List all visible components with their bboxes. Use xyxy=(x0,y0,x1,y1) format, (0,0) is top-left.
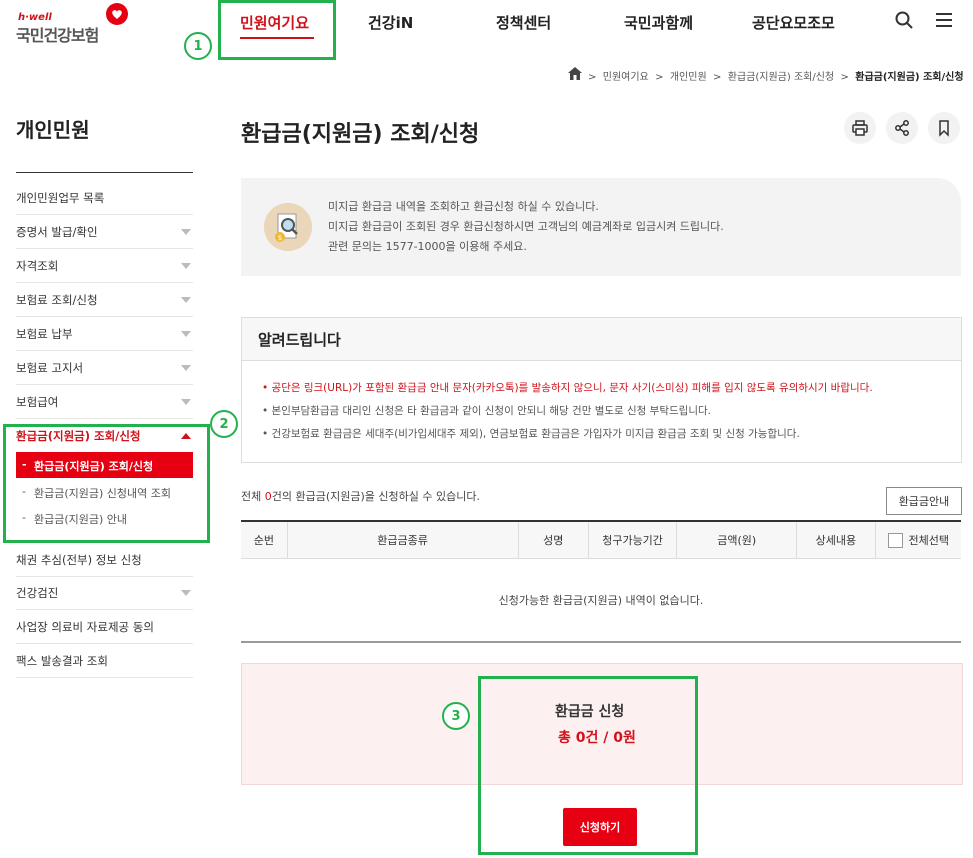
sidebar-item[interactable]: 증명서 발급/확인 xyxy=(16,215,193,249)
sidebar-item[interactable]: 보험료 고지서 xyxy=(16,351,193,385)
notice-item: • 본인부담환급금 대리인 신청은 타 환급금과 같이 신청이 안되니 해당 건… xyxy=(262,405,711,417)
sidebar-item[interactable]: 팩스 발송결과 조회 xyxy=(16,644,193,678)
print-icon xyxy=(852,120,868,136)
chevron-down-icon xyxy=(181,590,191,596)
refund-guide-button[interactable]: 환급금안내 xyxy=(886,487,962,515)
intro-text: 미지급 환급금이 조회된 경우 환급신청하시면 고객님의 예금계좌로 입금시켜 … xyxy=(328,220,724,233)
sidebar-item[interactable]: 건강검진 xyxy=(16,576,193,610)
annotation-box xyxy=(3,424,210,543)
breadcrumb-item[interactable]: 환급금(지원금) 조회/신청 xyxy=(728,72,834,83)
sidebar-item[interactable]: 사업장 의료비 자료제공 동의 xyxy=(16,610,193,644)
annotation-marker: 1 xyxy=(184,32,212,60)
notice-header: 알려드립니다 xyxy=(242,318,961,361)
chevron-down-icon xyxy=(181,297,191,303)
notice-item: • 공단은 링크(URL)가 포함된 환급금 안내 문자(카카오톡)를 발송하지… xyxy=(262,382,873,394)
menu-icon[interactable] xyxy=(934,10,954,30)
nav-with-people[interactable]: 국민과함께 xyxy=(624,12,693,33)
column-header: 청구가능기간 xyxy=(587,520,677,559)
empty-message: 신청가능한 환급금(지원금) 내역이 없습니다. xyxy=(241,558,961,643)
column-header: 상세내용 xyxy=(796,520,876,559)
nav-about[interactable]: 공단요모조모 xyxy=(752,12,835,33)
annotation-box xyxy=(218,0,336,60)
chevron-down-icon xyxy=(181,229,191,235)
chevron-down-icon xyxy=(181,365,191,371)
sidebar-item[interactable]: 자격조회 xyxy=(16,249,193,283)
sidebar-divider xyxy=(16,172,193,173)
refund-search-icon: $ xyxy=(264,203,312,251)
annotation-marker: 2 xyxy=(210,410,238,438)
refund-table: 순번 환급금종류 성명 청구가능기간 금액(원) 상세내용 전체선택 신청가능한… xyxy=(241,520,961,643)
sidebar-item[interactable]: 보험료 납부 xyxy=(16,317,193,351)
total-count: 0 xyxy=(264,490,272,503)
page-title: 환급금(지원금) 조회/신청 xyxy=(241,122,480,147)
table-row: 신청가능한 환급금(지원금) 내역이 없습니다. xyxy=(241,558,961,643)
share-icon xyxy=(895,120,909,136)
sidebar-title: 개인민원 xyxy=(16,118,90,142)
home-icon[interactable] xyxy=(568,67,582,80)
total-count-text: 전체 0건의 환급금(지원금)을 신청하실 수 있습니다. xyxy=(241,490,480,503)
intro-text: 관련 문의는 1577-1000을 이용해 주세요. xyxy=(328,240,527,253)
breadcrumb-current: 환급금(지원금) 조회/신청 xyxy=(855,72,964,83)
heart-logo-icon xyxy=(106,3,128,25)
search-icon[interactable] xyxy=(894,10,914,30)
chevron-down-icon xyxy=(181,263,191,269)
column-header: 환급금종류 xyxy=(286,520,519,559)
share-button[interactable] xyxy=(886,112,918,144)
select-all-checkbox[interactable] xyxy=(887,533,903,549)
print-button[interactable] xyxy=(844,112,876,144)
column-header: 금액(원) xyxy=(676,520,797,559)
bookmark-icon xyxy=(939,120,949,137)
nav-policy-center[interactable]: 정책센터 xyxy=(496,12,551,33)
sidebar-item[interactable]: 채권 추심(전부) 정보 신청 xyxy=(16,542,193,577)
intro-text: 미지급 환급금 내역을 조회하고 환급신청 하실 수 있습니다. xyxy=(328,200,599,213)
chevron-down-icon xyxy=(181,399,191,405)
sidebar-item[interactable]: 보험급여 xyxy=(16,385,193,419)
column-header: 순번 xyxy=(241,520,288,559)
nav-health-in[interactable]: 건강iN xyxy=(368,12,413,33)
logo[interactable]: 국민건강보험 xyxy=(16,22,99,46)
select-all-header[interactable]: 전체선택 xyxy=(874,520,961,559)
annotation-box xyxy=(478,676,698,855)
annotation-marker: 3 xyxy=(442,702,470,730)
notice-title: 알려드립니다 xyxy=(258,331,341,349)
bookmark-button[interactable] xyxy=(928,112,960,144)
breadcrumb: > 민원여기요 > 개인민원 > 환급금(지원금) 조회/신청 > 환급금(지원… xyxy=(588,72,964,83)
sidebar-item[interactable]: 보험료 조회/신청 xyxy=(16,283,193,317)
notice-item: • 건강보험료 환급금은 세대주(비가입세대주 제외), 연금보험료 환급금은 … xyxy=(262,428,800,440)
breadcrumb-item[interactable]: 개인민원 xyxy=(670,72,707,83)
sidebar-item[interactable]: 개인민원업무 목록 xyxy=(16,181,193,215)
breadcrumb-item[interactable]: 민원여기요 xyxy=(603,72,649,83)
chevron-down-icon xyxy=(181,331,191,337)
column-header: 성명 xyxy=(517,520,589,559)
svg-text:$: $ xyxy=(278,234,282,242)
